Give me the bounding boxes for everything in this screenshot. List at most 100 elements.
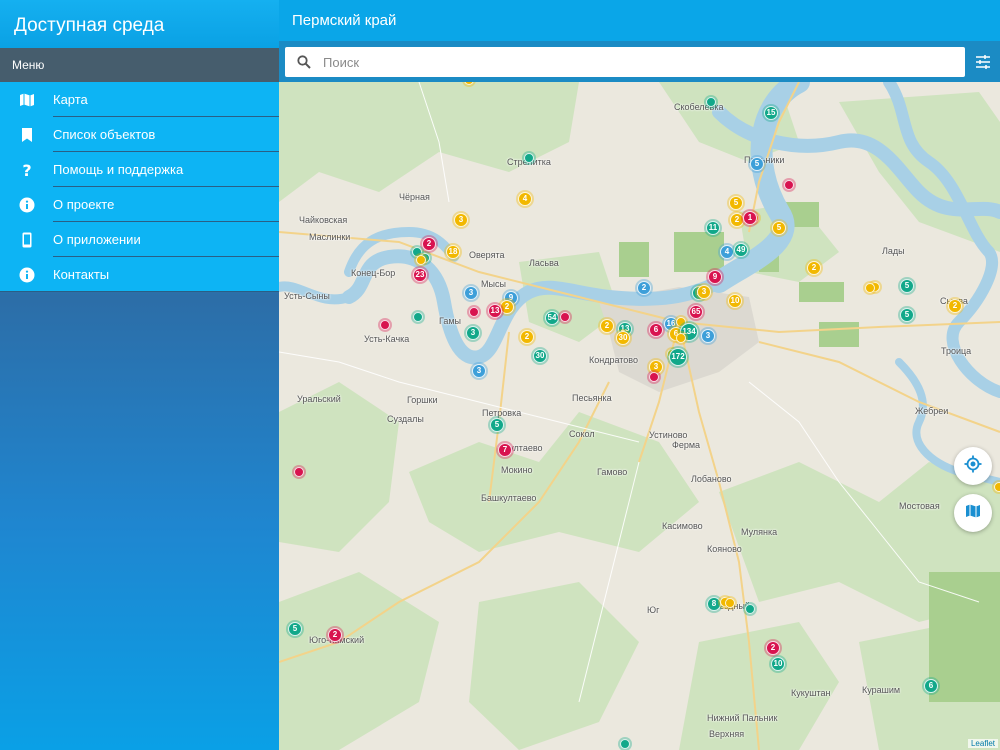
locate-me-button[interactable] [954,447,992,485]
cluster-marker[interactable]: 4 [518,192,532,206]
search-box [285,47,965,77]
poi-marker[interactable] [706,97,716,107]
place-label: Чёрная [399,192,430,202]
poi-marker[interactable] [620,739,630,749]
place-label: Сокол [569,429,595,439]
svg-text:?: ? [22,162,31,178]
nav-item-label: Карта [53,92,88,107]
cluster-marker[interactable]: 5 [900,308,914,322]
poi-marker[interactable] [676,333,686,343]
cluster-marker[interactable]: 3 [472,364,486,378]
cluster-marker[interactable]: 5 [772,221,786,235]
cluster-marker[interactable]: 5 [900,279,914,293]
poi-marker[interactable] [416,255,426,265]
cluster-marker[interactable]: 2 [328,628,342,642]
poi-marker[interactable] [524,153,534,163]
cluster-marker[interactable]: 10 [771,657,785,671]
place-label: Лобаново [691,474,732,484]
cluster-marker[interactable]: 2 [730,213,744,227]
map-view[interactable]: СкобелевкаПальникиСтрелиткаЧёрнаяЧайковс… [279,82,1000,750]
cluster-marker[interactable]: 30 [616,331,630,345]
cluster-marker[interactable]: 8 [707,597,721,611]
poi-marker[interactable] [865,283,875,293]
place-label: Мулянка [741,527,778,537]
poi-marker[interactable] [994,482,1000,492]
cluster-marker[interactable]: 3 [697,285,711,299]
place-label: Нижний Пальник [707,713,778,723]
cluster-marker[interactable]: 3 [701,329,715,343]
place-label: Кояново [707,544,742,554]
map-icon [0,92,53,108]
place-label: Песьянка [572,393,612,403]
nav-item-map[interactable]: Карта [0,82,279,117]
search-input[interactable] [323,54,965,70]
cluster-marker[interactable]: 1 [743,211,757,225]
map-layers-button[interactable] [954,494,992,532]
nav-item-contacts[interactable]: Контакты [0,257,279,292]
poi-marker[interactable] [294,467,304,477]
poi-marker[interactable] [413,312,423,322]
place-label: Чайковская [299,215,348,225]
cluster-marker[interactable]: 2 [422,237,436,251]
cluster-marker[interactable]: 2 [600,319,614,333]
cluster-marker[interactable]: 54 [545,311,559,325]
cluster-marker[interactable]: 5 [729,196,743,210]
place-label: Устиново [649,430,688,440]
cluster-marker[interactable]: 6 [649,323,663,337]
nav-item-about-project[interactable]: О проекте [0,187,279,222]
poi-marker[interactable] [784,180,794,190]
cluster-marker[interactable]: 2 [637,281,651,295]
poi-marker[interactable] [745,604,755,614]
nav-item-objects-list[interactable]: Список объектов [0,117,279,152]
cluster-marker[interactable]: 2 [766,641,780,655]
cluster-marker[interactable]: 6 [924,679,938,693]
app-title: Доступная среда [0,0,279,48]
nav-item-help[interactable]: ? Помощь и поддержка [0,152,279,187]
cluster-marker[interactable]: 9 [708,270,722,284]
bookmark-icon [0,127,53,143]
place-label: Гамово [597,467,628,477]
cluster-marker[interactable]: 15 [764,106,778,120]
cluster-marker[interactable]: 13 [488,304,502,318]
cluster-marker[interactable]: 49 [734,243,748,257]
nav-item-label: О проекте [53,197,115,212]
cluster-marker[interactable]: 2 [520,330,534,344]
poi-marker[interactable] [560,312,570,322]
cluster-marker[interactable]: 2 [807,261,821,275]
cluster-marker[interactable]: 4 [720,245,734,259]
main-panel: Пермский край Поиск Скобелевка Пальники … [279,0,1000,750]
poi-marker[interactable] [380,320,390,330]
place-label: Кукуштан [791,688,831,698]
cluster-marker[interactable]: 23 [413,268,427,282]
place-label: Оверята [469,250,505,260]
place-label: Кондратово [589,355,638,365]
cluster-marker[interactable]: 3 [464,286,478,300]
poi-marker[interactable] [649,372,659,382]
nav-item-about-app[interactable]: О приложении [0,222,279,257]
cluster-marker[interactable]: 5 [288,622,302,636]
cluster-marker[interactable]: 3 [466,326,480,340]
cluster-marker[interactable]: 11 [706,221,720,235]
poi-marker[interactable] [469,307,479,317]
map-attribution[interactable]: Leaflet [967,739,998,748]
cluster-marker[interactable]: 3 [454,213,468,227]
cluster-marker[interactable]: 10 [728,294,742,308]
search-icon [285,55,323,69]
place-label: Мысы [481,279,506,289]
place-label: Курашим [862,685,901,695]
cluster-marker[interactable]: 7 [498,443,512,457]
cluster-marker[interactable]: 172 [669,348,687,366]
cluster-marker[interactable]: 2 [500,300,514,314]
place-label: Верхняя [709,729,745,739]
nav-menu: Карта Список объектов ? Помощь и поддерж… [0,82,279,292]
poi-marker[interactable] [725,598,735,608]
nav-item-label: Помощь и поддержка [53,162,184,177]
cluster-marker[interactable]: 30 [533,349,547,363]
cluster-marker[interactable]: 2 [948,299,962,313]
cluster-marker[interactable]: 5 [750,157,764,171]
place-label: Горшки [407,395,438,405]
filter-settings-icon[interactable] [974,53,992,71]
cluster-marker[interactable]: 18 [446,245,460,259]
cluster-marker[interactable]: 65 [689,305,703,319]
cluster-marker[interactable]: 5 [490,418,504,432]
